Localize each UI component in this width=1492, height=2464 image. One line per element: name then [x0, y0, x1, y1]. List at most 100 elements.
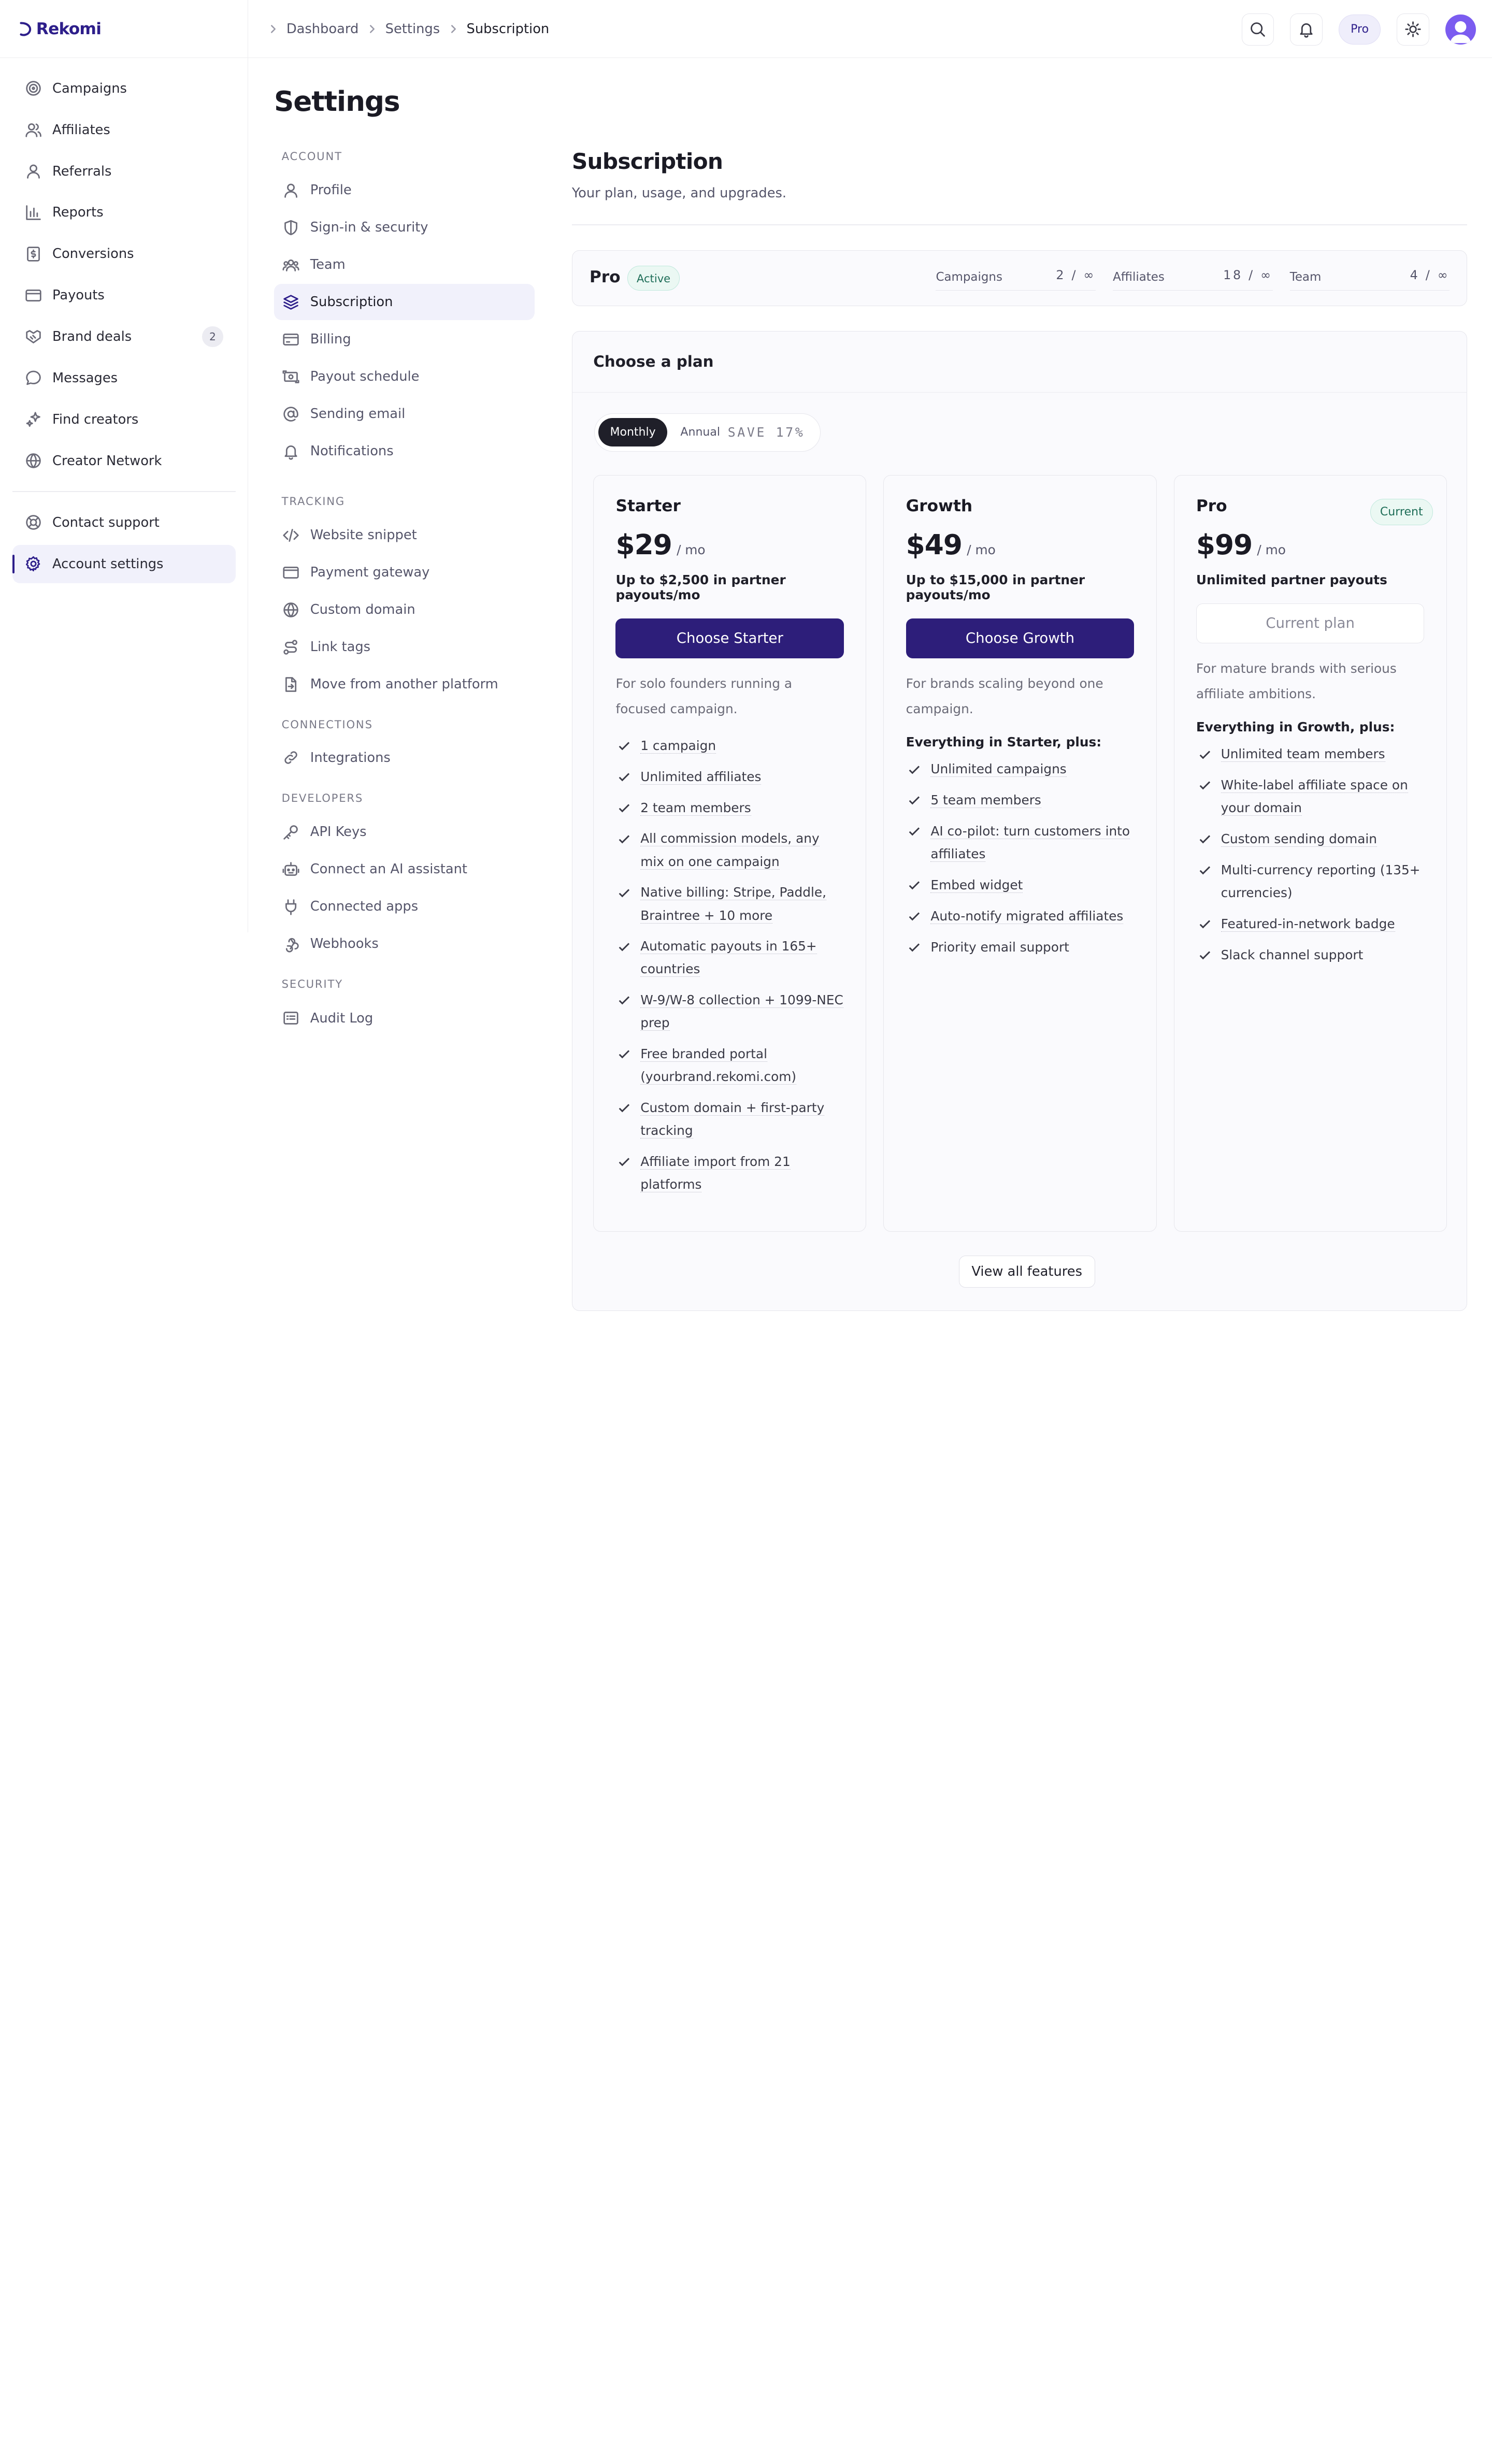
feature-label: Custom domain + first-party tracking: [640, 1100, 825, 1139]
list-item: White-label affiliate space on your doma…: [1196, 774, 1425, 819]
plan-name: Growth: [906, 496, 973, 515]
settings-item-connected-apps[interactable]: Connected apps: [274, 889, 535, 925]
settings-item-audit-log[interactable]: Audit Log: [274, 1000, 535, 1036]
plan-cards: Starter $29 / mo Up to $2,500 in partner…: [593, 475, 1447, 1232]
feature-label: Native billing: Stripe, Paddle, Braintre…: [640, 885, 827, 924]
brand[interactable]: Rekomi: [0, 0, 248, 59]
usage-campaigns: Campaigns 2 / ∞: [936, 264, 1096, 291]
plan-price-period: / mo: [1257, 542, 1286, 557]
avatar[interactable]: [1445, 14, 1476, 45]
list-item: Embed widget: [906, 874, 1135, 897]
breadcrumb-settings[interactable]: Settings: [385, 21, 440, 37]
sidebar-item-campaigns[interactable]: Campaigns: [12, 69, 236, 107]
settings-section-connections: CONNECTIONS: [281, 718, 373, 731]
check-icon: [619, 996, 630, 1005]
plan-price-amount: $99: [1196, 528, 1253, 561]
sidebar-item-creator-network[interactable]: Creator Network: [12, 442, 236, 480]
link-icon: [284, 751, 298, 765]
sidebar-item-messages[interactable]: Messages: [12, 359, 236, 397]
settings-item-label: Connect an AI assistant: [310, 861, 467, 877]
check-icon: [909, 765, 920, 774]
chevron-right-icon: [271, 24, 276, 33]
list-icon: [283, 1012, 299, 1025]
feature-label: 2 team members: [640, 800, 751, 816]
settings-item-subscription[interactable]: Subscription: [274, 284, 535, 321]
settings-item-api-keys[interactable]: API Keys: [274, 814, 535, 851]
sidebar-item-reports[interactable]: Reports: [12, 194, 236, 232]
feature-label: Priority email support: [930, 939, 1069, 955]
sidebar-item-account-settings[interactable]: Account settings: [12, 545, 236, 583]
settings-item-label: Link tags: [310, 639, 371, 655]
choose-growth-button[interactable]: Choose Growth: [906, 618, 1135, 658]
wallet-icon: [283, 566, 299, 579]
plan-feature-list: Unlimited team members White-label affil…: [1196, 743, 1425, 967]
feature-label: Automatic payouts in 165+ countries: [640, 939, 817, 977]
page-title: Settings: [274, 85, 400, 118]
settings-item-payment-gateway[interactable]: Payment gateway: [274, 554, 535, 590]
settings-item-custom-domain[interactable]: Custom domain: [274, 592, 535, 628]
feature-label: 5 team members: [930, 792, 1041, 809]
settings-item-notifications[interactable]: Notifications: [274, 433, 535, 469]
plan-feature-list: Unlimited campaigns 5 team members AI co…: [906, 758, 1135, 958]
sidebar-item-contact-support[interactable]: Contact support: [12, 503, 236, 541]
file-import-icon: [285, 676, 297, 692]
settings-item-website-snippet[interactable]: Website snippet: [274, 517, 535, 553]
settings-item-profile[interactable]: Profile: [274, 172, 535, 208]
plan-includes-heading: Everything in Growth, plus:: [1196, 719, 1395, 734]
choose-plan-panel: Choose a plan Monthly Annual SAVE 17% St…: [571, 331, 1468, 1311]
plan-card-starter: Starter $29 / mo Up to $2,500 in partner…: [593, 475, 867, 1232]
check-icon: [909, 943, 920, 952]
list-item: Unlimited campaigns: [906, 758, 1135, 781]
settings-item-link-tags[interactable]: Link tags: [274, 629, 535, 665]
theme-toggle-button[interactable]: [1397, 13, 1429, 46]
settings-item-label: Integrations: [310, 750, 391, 766]
feature-label: Custom sending domain: [1221, 831, 1377, 847]
settings-item-label: Payout schedule: [310, 369, 420, 385]
settings-item-label: Billing: [310, 332, 351, 348]
settings-item-payout-schedule[interactable]: Payout schedule: [274, 358, 535, 395]
check-icon: [1199, 835, 1210, 844]
settings-item-sending-email[interactable]: Sending email: [274, 396, 535, 432]
globe-icon: [26, 453, 41, 468]
rekomi-logo-icon: [20, 22, 31, 36]
usage-value: 4 / ∞: [1410, 268, 1450, 283]
sidebar-item-brand-deals[interactable]: Brand deals 2: [12, 318, 236, 355]
sidebar-item-payouts[interactable]: Payouts: [12, 276, 236, 314]
current-plan-badge: Current: [1370, 498, 1433, 525]
check-icon: [619, 804, 630, 813]
feature-label: W-9/W-8 collection + 1099-NEC prep: [640, 992, 843, 1031]
settings-item-integrations[interactable]: Integrations: [274, 740, 535, 776]
sidebar-item-affiliates[interactable]: Affiliates: [12, 111, 236, 149]
billing-annual-option[interactable]: Annual SAVE 17%: [677, 425, 816, 440]
annual-savings-badge: SAVE 17%: [727, 425, 805, 440]
settings-item-move-platform[interactable]: Move from another platform: [274, 666, 535, 702]
sidebar-item-label: Affiliates: [52, 122, 110, 138]
usage-label: Team: [1289, 270, 1322, 284]
settings-item-label: Profile: [310, 182, 352, 198]
view-all-features-button[interactable]: View all features: [958, 1255, 1095, 1288]
choose-starter-button[interactable]: Choose Starter: [615, 618, 844, 658]
settings-item-team[interactable]: Team: [274, 247, 535, 283]
feature-label: Unlimited team members: [1221, 746, 1385, 762]
billing-monthly-option[interactable]: Monthly: [598, 418, 667, 447]
settings-item-label: Custom domain: [310, 602, 415, 618]
route-icon: [283, 639, 298, 655]
check-icon: [619, 773, 630, 782]
notifications-button[interactable]: [1290, 13, 1323, 46]
search-button[interactable]: [1241, 13, 1274, 46]
section-description: Your plan, usage, and upgrades.: [571, 185, 787, 201]
plan-price-amount: $29: [615, 528, 672, 561]
settings-item-webhooks[interactable]: Webhooks: [274, 926, 535, 962]
plan-pill[interactable]: Pro: [1339, 14, 1381, 45]
breadcrumb-dashboard[interactable]: Dashboard: [286, 21, 358, 37]
plan-price: $29 / mo: [615, 529, 844, 561]
sidebar-item-find-creators[interactable]: Find creators: [12, 400, 236, 438]
sidebar-item-referrals[interactable]: Referrals: [12, 152, 236, 190]
plan-payout-limit: Up to $2,500 in partner payouts/mo: [615, 572, 786, 602]
settings-item-billing[interactable]: Billing: [274, 321, 535, 357]
status-badge: Active: [627, 266, 680, 291]
settings-item-connect-ai[interactable]: Connect an AI assistant: [274, 852, 535, 888]
settings-item-label: Webhooks: [310, 936, 379, 952]
sidebar-item-conversions[interactable]: Conversions: [12, 235, 236, 273]
settings-item-sign-in-security[interactable]: Sign-in & security: [274, 209, 535, 246]
